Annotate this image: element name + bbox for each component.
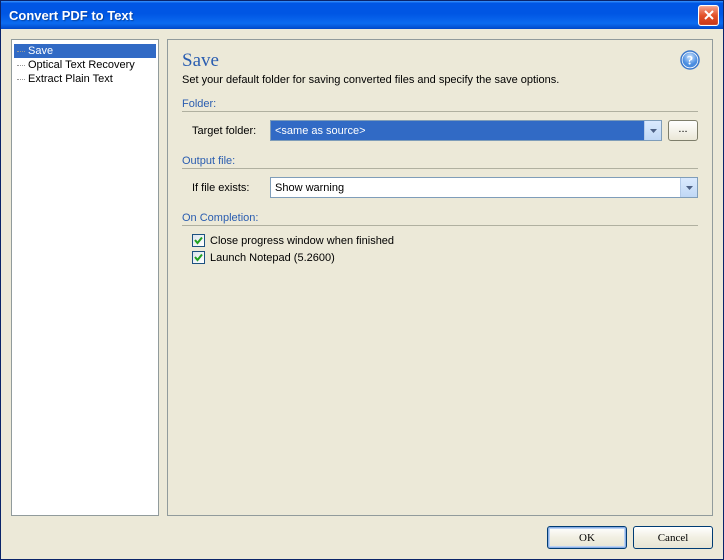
output-group-title: Output file: [182, 155, 698, 169]
window-title: Convert PDF to Text [9, 8, 698, 23]
help-icon: ? [680, 50, 700, 70]
file-exists-value: Show warning [271, 178, 680, 197]
target-folder-dropdown-arrow[interactable] [644, 121, 661, 140]
button-bar: OK Cancel [1, 522, 723, 559]
close-icon [704, 10, 714, 20]
sidebar-item-extract[interactable]: Extract Plain Text [14, 72, 156, 86]
completion-group-title: On Completion: [182, 212, 698, 226]
close-progress-label: Close progress window when finished [210, 235, 394, 247]
sidebar: Save Optical Text Recovery Extract Plain… [11, 39, 159, 516]
checkmark-icon [193, 235, 204, 246]
close-progress-checkbox[interactable] [192, 234, 205, 247]
main-panel: ? Save Set your default folder for savin… [167, 39, 713, 516]
help-button[interactable]: ? [680, 50, 700, 70]
chevron-down-icon [650, 129, 657, 133]
ok-button[interactable]: OK [547, 526, 627, 549]
sidebar-item-optical[interactable]: Optical Text Recovery [14, 58, 156, 72]
browse-button[interactable]: ... [668, 120, 698, 141]
file-exists-label: If file exists: [192, 182, 264, 194]
content-area: Save Optical Text Recovery Extract Plain… [1, 29, 723, 522]
dialog-window: Convert PDF to Text Save Optical Text Re… [0, 0, 724, 560]
sidebar-item-save[interactable]: Save [14, 44, 156, 58]
launch-notepad-label: Launch Notepad (5.2600) [210, 252, 335, 264]
target-folder-label: Target folder: [192, 125, 264, 137]
launch-notepad-checkbox[interactable] [192, 251, 205, 264]
target-folder-select[interactable]: <same as source> [270, 120, 662, 141]
page-title: Save [182, 50, 698, 72]
folder-group-title: Folder: [182, 98, 698, 112]
file-exists-dropdown-arrow[interactable] [680, 178, 697, 197]
titlebar: Convert PDF to Text [1, 1, 723, 29]
target-folder-value: <same as source> [271, 121, 644, 140]
folder-group: Folder: Target folder: <same as source> … [182, 98, 698, 141]
svg-text:?: ? [687, 53, 694, 68]
file-exists-select[interactable]: Show warning [270, 177, 698, 198]
chevron-down-icon [686, 186, 693, 190]
close-button[interactable] [698, 5, 719, 26]
page-description: Set your default folder for saving conve… [182, 74, 698, 86]
cancel-button[interactable]: Cancel [633, 526, 713, 549]
checkmark-icon [193, 252, 204, 263]
completion-group: On Completion: Close progress window whe… [182, 212, 698, 268]
output-group: Output file: If file exists: Show warnin… [182, 155, 698, 198]
